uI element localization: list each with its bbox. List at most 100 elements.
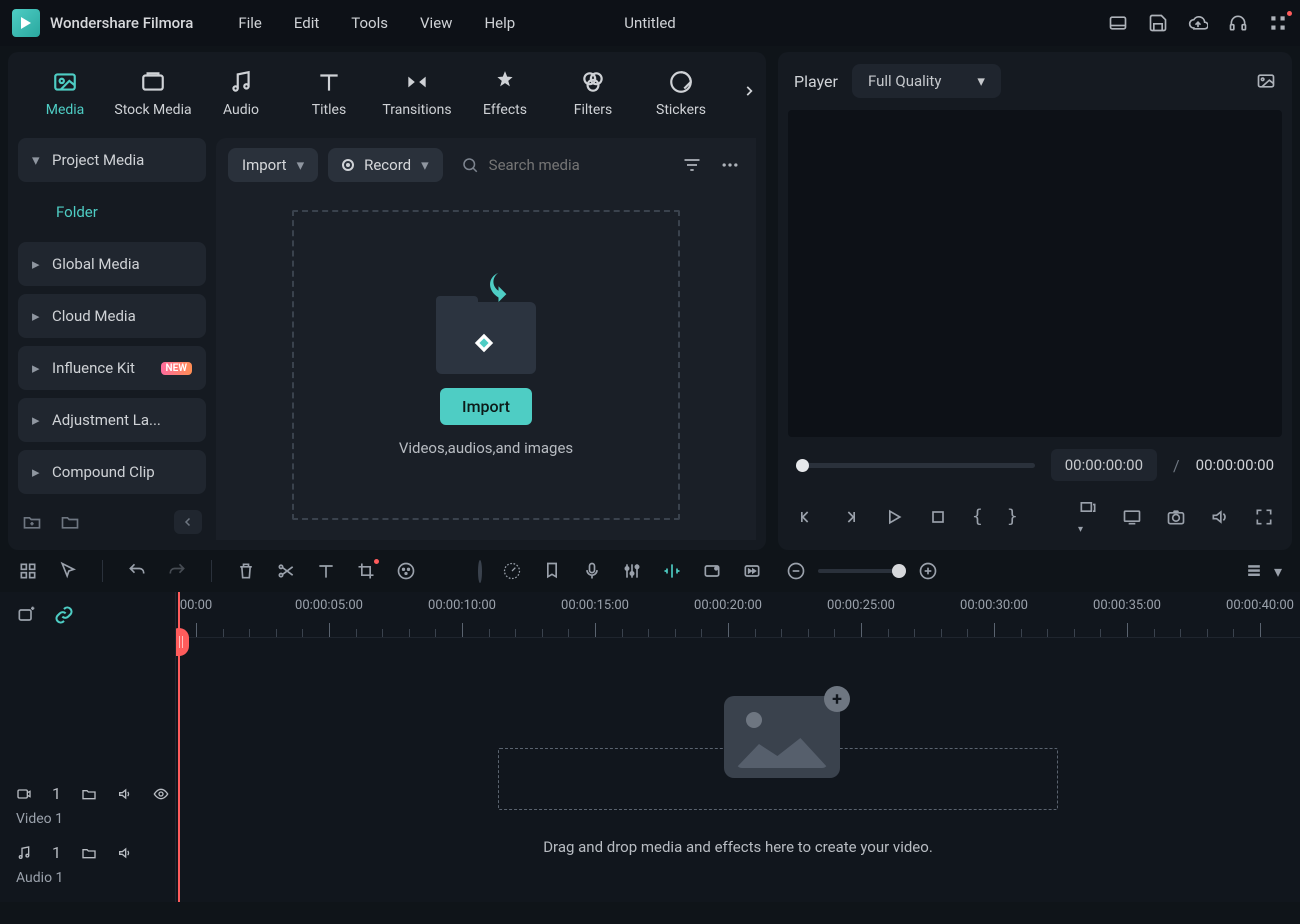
drop-caption: Videos,audios,and images bbox=[399, 439, 573, 457]
preview-viewport[interactable] bbox=[788, 110, 1282, 437]
zoom-slider[interactable] bbox=[818, 569, 906, 573]
track-mute-icon[interactable] bbox=[117, 845, 133, 861]
menu-view[interactable]: View bbox=[420, 14, 452, 32]
tab-filters[interactable]: Filters bbox=[552, 62, 634, 128]
track-header-audio-1[interactable]: 1 Audio 1 bbox=[0, 833, 175, 892]
voiceover-icon[interactable] bbox=[582, 561, 602, 581]
record-dropdown[interactable]: Record ▾ bbox=[328, 148, 443, 182]
crop-icon[interactable] bbox=[356, 561, 376, 581]
track-lock-icon[interactable] bbox=[81, 845, 97, 861]
sidebar-cloud-media[interactable]: ▸Cloud Media bbox=[18, 294, 206, 338]
tab-audio[interactable]: Audio bbox=[200, 62, 282, 128]
ruler-tick: 00:00:35:00 bbox=[1093, 598, 1161, 613]
track-header-video-1[interactable]: 1 Video 1 bbox=[0, 774, 175, 833]
more-options-icon[interactable] bbox=[716, 151, 744, 179]
split-icon[interactable] bbox=[276, 561, 296, 581]
fullscreen-icon[interactable] bbox=[1254, 507, 1274, 527]
menu-tools[interactable]: Tools bbox=[351, 14, 388, 32]
add-track-icon[interactable] bbox=[16, 605, 36, 625]
tab-effects[interactable]: Effects bbox=[464, 62, 546, 128]
scrub-slider[interactable] bbox=[796, 463, 1035, 468]
search-input[interactable] bbox=[489, 156, 660, 174]
track-options-icon[interactable]: ▾ bbox=[1274, 562, 1282, 581]
tabs-scroll-right-icon[interactable] bbox=[742, 80, 756, 102]
import-dropdown[interactable]: Import ▾ bbox=[228, 148, 318, 182]
sidebar-influence-kit[interactable]: ▸Influence Kit NEW bbox=[18, 346, 206, 390]
tab-media[interactable]: Media bbox=[24, 62, 106, 128]
media-tabs: Media Stock Media Audio Titles Transitio… bbox=[8, 52, 766, 128]
tab-stock-media[interactable]: Stock Media bbox=[112, 62, 194, 128]
media-browser: Import ▾ Record ▾ bbox=[216, 138, 756, 540]
track-mute-icon[interactable] bbox=[117, 786, 133, 802]
marker-icon[interactable] bbox=[542, 561, 562, 581]
play-icon[interactable] bbox=[884, 507, 904, 527]
quality-dropdown[interactable]: Full Quality ▾ bbox=[852, 64, 1001, 98]
track-lock-icon[interactable] bbox=[81, 786, 97, 802]
sidebar-global-media[interactable]: ▸Global Media bbox=[18, 242, 206, 286]
mark-in-icon[interactable]: { bbox=[972, 506, 983, 527]
timeline-canvas-area[interactable]: 00:0000:00:05:0000:00:10:0000:00:15:0000… bbox=[176, 592, 1300, 902]
stop-icon[interactable] bbox=[928, 507, 948, 527]
volume-icon[interactable] bbox=[1210, 507, 1230, 527]
cursor-icon[interactable] bbox=[58, 561, 78, 581]
save-icon[interactable] bbox=[1148, 13, 1168, 33]
apps-grid-icon[interactable] bbox=[1268, 13, 1288, 33]
undo-icon[interactable] bbox=[127, 561, 147, 581]
render-preview-icon[interactable] bbox=[742, 561, 762, 581]
ruler-tick: 00:00:15:00 bbox=[561, 598, 629, 613]
record-icon bbox=[342, 159, 354, 171]
sidebar-compound-clip[interactable]: ▸Compound Clip bbox=[18, 450, 206, 494]
zoom-out-icon[interactable] bbox=[786, 561, 806, 581]
ruler-tick: 00:00:30:00 bbox=[960, 598, 1028, 613]
search-icon bbox=[461, 156, 479, 174]
timeline-ruler[interactable]: 00:0000:00:05:0000:00:10:0000:00:15:0000… bbox=[176, 592, 1300, 638]
link-tracks-icon[interactable] bbox=[54, 605, 74, 625]
cloud-upload-icon[interactable] bbox=[1188, 13, 1208, 33]
ruler-tick: 00:00:05:00 bbox=[295, 598, 363, 613]
tab-transitions[interactable]: Transitions bbox=[376, 62, 458, 128]
menu-file[interactable]: File bbox=[238, 14, 262, 32]
track-visibility-icon[interactable] bbox=[153, 786, 169, 802]
templates-icon[interactable] bbox=[18, 561, 38, 581]
audio-mixer-icon[interactable] bbox=[622, 561, 642, 581]
import-button[interactable]: Import bbox=[440, 388, 532, 425]
ruler-tick: 00:00:25:00 bbox=[827, 598, 895, 613]
track-height-icon[interactable] bbox=[1244, 561, 1264, 581]
tab-stickers[interactable]: Stickers bbox=[640, 62, 722, 128]
layout-icon[interactable] bbox=[1108, 13, 1128, 33]
playhead[interactable] bbox=[178, 592, 180, 902]
ai-avatar-icon[interactable] bbox=[478, 562, 482, 581]
display-icon[interactable] bbox=[1122, 507, 1142, 527]
camera-icon[interactable] bbox=[1166, 507, 1186, 527]
menu-help[interactable]: Help bbox=[484, 14, 515, 32]
auto-beat-icon[interactable] bbox=[662, 561, 682, 581]
next-frame-icon[interactable] bbox=[840, 507, 860, 527]
redo-icon[interactable] bbox=[167, 561, 187, 581]
mark-out-icon[interactable]: } bbox=[1007, 506, 1018, 527]
time-total: 00:00:00:00 bbox=[1196, 456, 1274, 474]
new-folder-icon[interactable] bbox=[22, 512, 42, 532]
prev-frame-icon[interactable] bbox=[796, 507, 816, 527]
headset-icon[interactable] bbox=[1228, 13, 1248, 33]
menu-edit[interactable]: Edit bbox=[294, 14, 319, 32]
zoom-in-icon[interactable] bbox=[918, 561, 938, 581]
ruler-tick: 00:00:40:00 bbox=[1226, 598, 1294, 613]
add-media-icon[interactable]: + bbox=[824, 686, 850, 712]
sidebar-collapse-icon[interactable] bbox=[174, 510, 202, 534]
sidebar-project-media[interactable]: ▾Project Media bbox=[18, 138, 206, 182]
import-drop-zone[interactable]: Import Videos,audios,and images bbox=[292, 210, 680, 520]
ruler-tick: 00:00:10:00 bbox=[428, 598, 496, 613]
aspect-ratio-icon[interactable]: ▾ bbox=[1078, 497, 1098, 536]
delete-icon[interactable] bbox=[236, 561, 256, 581]
text-tool-icon[interactable] bbox=[316, 561, 336, 581]
sidebar-folder[interactable]: Folder bbox=[18, 190, 206, 234]
filter-sort-icon[interactable] bbox=[678, 151, 706, 179]
speed-icon[interactable] bbox=[502, 561, 522, 581]
tab-titles[interactable]: Titles bbox=[288, 62, 370, 128]
keyframe-panel-icon[interactable] bbox=[702, 561, 722, 581]
color-icon[interactable] bbox=[396, 561, 416, 581]
media-placeholder-thumb[interactable]: + bbox=[724, 696, 840, 778]
sidebar-adjustment-layer[interactable]: ▸Adjustment La... bbox=[18, 398, 206, 442]
snapshot-icon[interactable] bbox=[1256, 71, 1276, 91]
folder-icon[interactable] bbox=[60, 512, 80, 532]
